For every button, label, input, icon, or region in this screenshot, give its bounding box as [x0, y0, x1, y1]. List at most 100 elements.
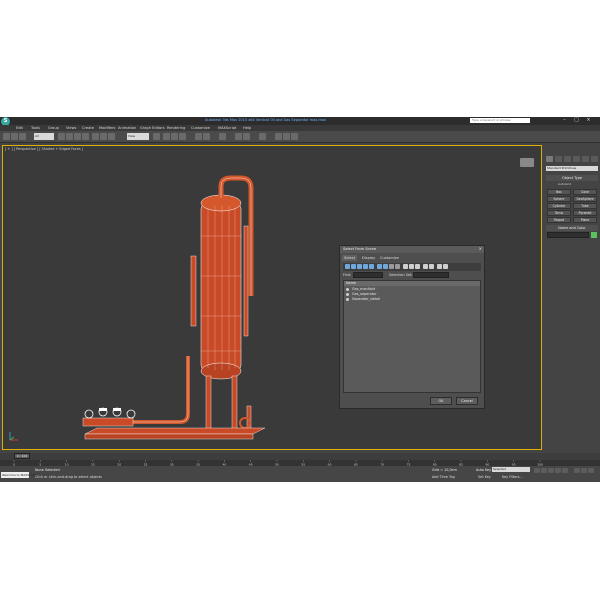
display-xrefs-icon[interactable]	[389, 264, 394, 269]
rotate-icon[interactable]	[100, 133, 107, 140]
object-color-swatch[interactable]	[591, 232, 597, 238]
hierarchy-tab-icon[interactable]	[564, 156, 571, 162]
filter-icon[interactable]	[437, 264, 442, 269]
selection-filter-dropdown[interactable]: All	[34, 133, 54, 140]
set-key-button[interactable]: Set Key	[478, 475, 491, 479]
display-bones-icon[interactable]	[395, 264, 400, 269]
cone-button[interactable]: Cone	[573, 189, 597, 195]
add-time-tag-button[interactable]: Add Time Tag	[432, 475, 455, 479]
reference-coordinate-dropdown[interactable]: View	[127, 133, 149, 140]
menu-help[interactable]: Help	[243, 126, 251, 130]
display-helpers-icon[interactable]	[369, 264, 374, 269]
pyramid-button[interactable]: Pyramid	[573, 210, 597, 216]
scale-icon[interactable]	[108, 133, 115, 140]
teapot-button[interactable]: Teapot	[547, 217, 571, 223]
rollout-name-and-color[interactable]: Name and Color	[546, 225, 598, 231]
display-tab-icon[interactable]	[582, 156, 589, 162]
box-button[interactable]: Box	[547, 189, 571, 195]
previous-frame-icon[interactable]	[541, 468, 547, 473]
zoom-icon[interactable]	[574, 468, 580, 473]
key-set-dropdown[interactable]: Selected	[492, 467, 530, 472]
menu-customize[interactable]: Customize	[191, 126, 210, 130]
mirror-icon[interactable]	[195, 133, 202, 140]
tab-select[interactable]: Select	[342, 255, 358, 261]
ok-button[interactable]: OK	[430, 397, 452, 405]
utilities-tab-icon[interactable]	[591, 156, 598, 162]
auto-key-button[interactable]: Auto Key	[476, 468, 491, 472]
menu-modifiers[interactable]: Modifiers	[99, 126, 115, 130]
selection-set-dropdown[interactable]	[413, 272, 449, 278]
list-item[interactable]: Separator_detail	[344, 297, 480, 302]
display-lights-icon[interactable]	[357, 264, 362, 269]
link-icon[interactable]	[19, 133, 26, 140]
menu-maxscript[interactable]: MAXScript	[218, 126, 236, 130]
plane-button[interactable]: Plane	[573, 217, 597, 223]
material-editor-icon[interactable]	[259, 133, 266, 140]
autogrid-checkbox[interactable]: AutoGrid	[558, 182, 571, 186]
object-name-input[interactable]	[547, 232, 589, 238]
go-to-end-icon[interactable]	[562, 468, 568, 473]
render-frame-icon[interactable]	[283, 133, 290, 140]
options-icon[interactable]	[443, 264, 448, 269]
undo-icon[interactable]	[3, 133, 10, 140]
torus-button[interactable]: Torus	[547, 210, 571, 216]
cylinder-button[interactable]: Cylinder	[547, 203, 571, 209]
select-all-icon[interactable]	[403, 264, 408, 269]
menu-tools[interactable]: Tools	[31, 126, 40, 130]
close-button[interactable]: ×	[584, 117, 593, 124]
create-tab-icon[interactable]	[546, 156, 553, 162]
render-setup-icon[interactable]	[275, 133, 282, 140]
tab-display[interactable]: Display	[360, 255, 377, 261]
display-geometry-icon[interactable]	[345, 264, 350, 269]
play-icon[interactable]	[548, 468, 554, 473]
sort-icon[interactable]	[423, 264, 428, 269]
go-to-start-icon[interactable]	[534, 468, 540, 473]
pivot-icon[interactable]	[153, 133, 160, 140]
orbit-icon[interactable]	[588, 468, 594, 473]
menu-group[interactable]: Group	[48, 126, 59, 130]
geosphere-button[interactable]: GeoSphere	[573, 196, 597, 202]
menu-animation[interactable]: Animation	[118, 126, 136, 130]
list-column-name[interactable]: Name	[344, 281, 480, 286]
layer-manager-icon[interactable]	[219, 133, 226, 140]
menu-rendering[interactable]: Rendering	[167, 126, 185, 130]
select-none-icon[interactable]	[409, 264, 414, 269]
menu-create[interactable]: Create	[82, 126, 94, 130]
dialog-close-button[interactable]: ×	[479, 246, 482, 251]
time-slider-thumb[interactable]: 0 / 100	[14, 453, 30, 459]
tab-customize[interactable]: Customize	[378, 255, 401, 261]
rectangle-selection-icon[interactable]	[74, 133, 81, 140]
display-warps-icon[interactable]	[377, 264, 382, 269]
maximize-button[interactable]: □	[572, 117, 581, 124]
menu-edit[interactable]: Edit	[16, 126, 23, 130]
schematic-view-icon[interactable]	[243, 133, 250, 140]
key-filters-button[interactable]: Key Filters...	[502, 475, 523, 479]
next-frame-icon[interactable]	[555, 468, 561, 473]
menu-views[interactable]: Views	[66, 126, 76, 130]
pan-icon[interactable]	[581, 468, 587, 473]
snap-icon[interactable]	[163, 133, 170, 140]
sphere-button[interactable]: Sphere	[547, 196, 571, 202]
redo-icon[interactable]	[11, 133, 18, 140]
maxscript-listener[interactable]: Welcome to MAXScript	[1, 472, 36, 478]
category-dropdown[interactable]: Standard Primitives	[546, 166, 598, 171]
select-object-icon[interactable]	[58, 133, 65, 140]
modify-tab-icon[interactable]	[555, 156, 562, 162]
display-groups-icon[interactable]	[383, 264, 388, 269]
select-by-name-icon[interactable]	[66, 133, 73, 140]
align-icon[interactable]	[203, 133, 210, 140]
tube-button[interactable]: Tube	[573, 203, 597, 209]
angle-snap-icon[interactable]	[171, 133, 178, 140]
find-input[interactable]	[353, 272, 383, 278]
perspective-viewport[interactable]: [ + ] [ Perspective ] [ Shaded + Edged F…	[2, 145, 542, 450]
curve-editor-icon[interactable]	[235, 133, 242, 140]
menu-graph-editors[interactable]: Graph Editors	[140, 126, 165, 130]
display-cameras-icon[interactable]	[363, 264, 368, 269]
select-invert-icon[interactable]	[415, 264, 420, 269]
scene-object-list[interactable]: Name Gas_manifold Gas_separator Separato…	[343, 280, 481, 393]
viewcube-icon[interactable]	[520, 158, 534, 167]
percent-snap-icon[interactable]	[179, 133, 186, 140]
move-icon[interactable]	[92, 133, 99, 140]
search-input[interactable]	[470, 118, 530, 123]
hierarchy-icon[interactable]	[429, 264, 434, 269]
